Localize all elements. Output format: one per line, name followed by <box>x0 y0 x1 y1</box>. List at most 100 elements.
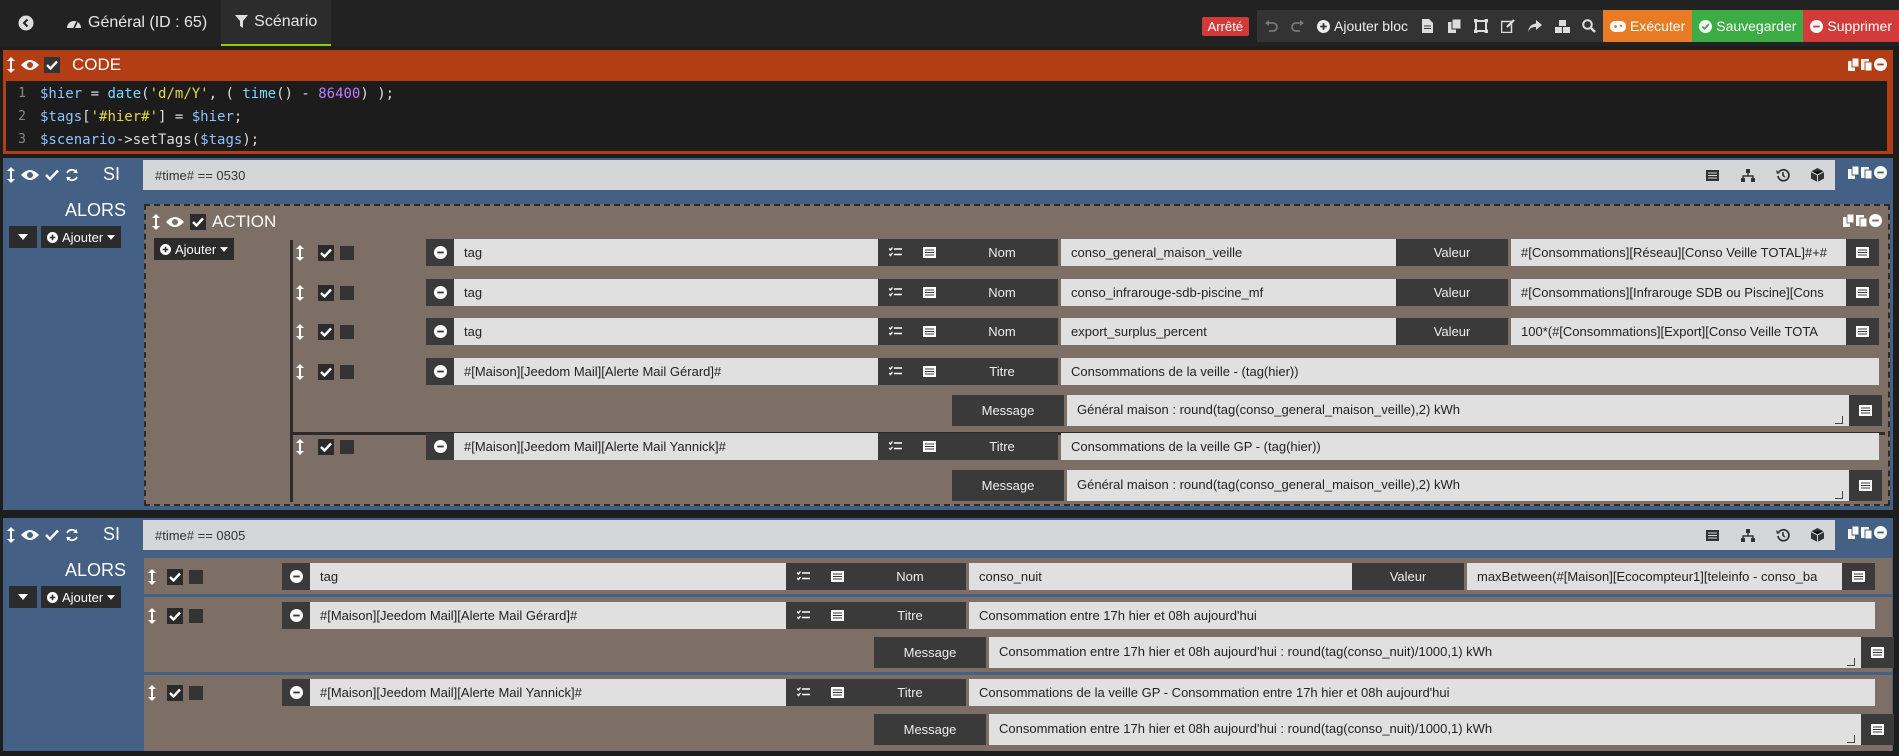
share-button[interactable] <box>1522 10 1549 42</box>
code-editor[interactable]: 1 $hier = date('d/m/Y', ( time() - 86400… <box>6 81 1887 151</box>
param-input[interactable]: 100*(#[Consommations][Export][Conso Veil… <box>1511 318 1846 345</box>
parallel-checkbox[interactable] <box>189 569 203 584</box>
action-command-input[interactable]: #[Maison][Jeedom Mail][Alerte Mail Gérar… <box>310 602 786 629</box>
select-command-button[interactable] <box>820 563 854 590</box>
remove-action-button[interactable] <box>426 318 454 345</box>
sort-icon[interactable] <box>296 244 304 261</box>
select-command-button[interactable] <box>912 239 946 266</box>
parallel-checkbox[interactable] <box>189 608 203 623</box>
paste-icon[interactable] <box>1861 58 1872 71</box>
eye-icon[interactable] <box>166 216 184 228</box>
select-list-button[interactable] <box>878 358 912 385</box>
param-list-button[interactable] <box>1861 714 1894 745</box>
select-command-button[interactable] <box>820 679 854 706</box>
add-block-button[interactable]: Ajouter bloc <box>1311 10 1414 42</box>
enable-checkbox[interactable] <box>318 363 334 380</box>
select-command-button[interactable] <box>912 279 946 306</box>
back-button[interactable] <box>0 0 52 46</box>
parallel-checkbox[interactable] <box>340 364 354 379</box>
select-list-button[interactable] <box>786 679 820 706</box>
condition-sitemap-button[interactable] <box>1730 520 1765 550</box>
param-list-button[interactable] <box>1846 239 1879 266</box>
action-command-input[interactable]: tag <box>454 239 878 266</box>
condition-input[interactable]: #time# == 0530 <box>143 160 1695 190</box>
enable-checkbox[interactable] <box>318 284 334 301</box>
param-input[interactable]: #[Consommations][Réseau][Conso Veille TO… <box>1511 239 1846 266</box>
param-list-button[interactable] <box>1842 563 1875 590</box>
collapse-button[interactable] <box>9 226 37 248</box>
select-command-button[interactable] <box>912 433 946 460</box>
refresh-icon[interactable] <box>65 528 79 542</box>
param-input[interactable]: Consommation entre 17h hier et 08h aujou… <box>969 602 1875 629</box>
parallel-checkbox[interactable] <box>340 245 354 260</box>
expand-button[interactable] <box>1468 10 1495 42</box>
select-list-button[interactable] <box>878 239 912 266</box>
enable-checkbox[interactable] <box>318 323 334 340</box>
message-textarea[interactable]: Consommation entre 17h hier et 08h aujou… <box>989 637 1861 668</box>
param-list-button[interactable] <box>1846 279 1879 306</box>
minus-circle-icon[interactable] <box>1874 526 1887 539</box>
tab-general[interactable]: Général (ID : 65) <box>52 0 221 46</box>
select-command-button[interactable] <box>820 602 854 629</box>
paste-icon[interactable] <box>1861 526 1872 539</box>
condition-cube-button[interactable] <box>1800 520 1835 550</box>
cubes-button[interactable] <box>1549 10 1576 42</box>
resize-handle[interactable] <box>1847 658 1855 666</box>
redo-button[interactable] <box>1284 10 1311 42</box>
checkbox-icon[interactable] <box>45 529 59 541</box>
enable-checkbox[interactable] <box>167 568 183 585</box>
paste-icon[interactable] <box>1856 214 1867 227</box>
param-input[interactable]: conso_general_maison_veille <box>1061 239 1396 266</box>
sort-icon[interactable] <box>296 323 304 340</box>
param-input[interactable]: #[Consommations][Infrarouge SDB ou Pisci… <box>1511 279 1846 306</box>
paste-icon[interactable] <box>1861 166 1872 179</box>
action-command-input[interactable]: #[Maison][Jeedom Mail][Alerte Mail Yanni… <box>454 433 878 460</box>
condition-list-button[interactable] <box>1695 520 1730 550</box>
resize-handle[interactable] <box>1847 735 1855 743</box>
param-input[interactable]: Consommations de la veille GP - (tag(hie… <box>1061 433 1879 460</box>
remove-action-button[interactable] <box>426 358 454 385</box>
sort-icon[interactable] <box>148 607 156 624</box>
sort-icon[interactable] <box>7 166 15 183</box>
condition-cube-button[interactable] <box>1800 160 1835 190</box>
param-list-button[interactable] <box>1849 470 1882 501</box>
eye-icon[interactable] <box>21 169 39 181</box>
action-ajouter-button[interactable]: Ajouter <box>154 238 235 260</box>
resize-handle[interactable] <box>1835 491 1843 499</box>
resize-handle[interactable] <box>1835 416 1843 424</box>
select-list-button[interactable] <box>878 318 912 345</box>
copy-icon[interactable] <box>1848 526 1859 539</box>
param-input[interactable]: conso_infrarouge-sdb-piscine_mf <box>1061 279 1396 306</box>
param-input[interactable]: Consommations de la veille - (tag(hier)) <box>1061 358 1879 385</box>
parallel-checkbox[interactable] <box>340 439 354 454</box>
remove-action-button[interactable] <box>282 563 310 590</box>
parallel-checkbox[interactable] <box>340 285 354 300</box>
parallel-checkbox[interactable] <box>340 324 354 339</box>
parallel-checkbox[interactable] <box>189 685 203 700</box>
checkbox-icon[interactable] <box>45 169 59 181</box>
enable-checkbox[interactable] <box>318 244 334 261</box>
sort-icon[interactable] <box>7 57 15 73</box>
sort-icon[interactable] <box>296 438 304 455</box>
remove-action-button[interactable] <box>426 239 454 266</box>
sort-icon[interactable] <box>296 363 304 380</box>
condition-input[interactable]: #time# == 0805 <box>143 520 1695 550</box>
message-textarea[interactable]: Consommation entre 17h hier et 08h aujou… <box>989 714 1861 745</box>
action-command-input[interactable]: #[Maison][Jeedom Mail][Alerte Mail Gérar… <box>454 358 878 385</box>
tab-scenario[interactable]: Scénario <box>221 0 332 46</box>
ajouter-button[interactable]: Ajouter <box>41 586 122 608</box>
sort-icon[interactable] <box>152 214 160 230</box>
edit-button[interactable] <box>1495 10 1522 42</box>
action-command-input[interactable]: tag <box>454 279 878 306</box>
copy-button[interactable] <box>1441 10 1468 42</box>
copy-icon[interactable] <box>1848 166 1859 179</box>
message-textarea[interactable]: Général maison : round(tag(conso_general… <box>1067 470 1849 501</box>
param-input[interactable]: conso_nuit <box>969 563 1352 590</box>
sort-icon[interactable] <box>148 568 156 585</box>
search-button[interactable] <box>1576 10 1603 42</box>
eye-icon[interactable] <box>21 529 39 541</box>
enable-checkbox[interactable] <box>167 684 183 701</box>
param-input[interactable]: Consommations de la veille GP - Consomma… <box>969 679 1875 706</box>
save-button[interactable]: Sauvegarder <box>1692 10 1804 42</box>
condition-list-button[interactable] <box>1695 160 1730 190</box>
